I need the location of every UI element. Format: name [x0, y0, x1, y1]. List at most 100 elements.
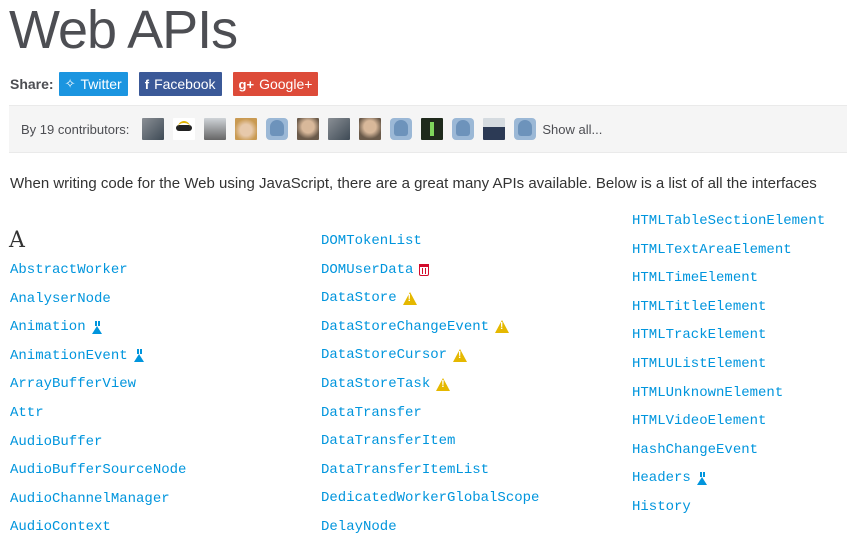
- contributor-avatar-dark-icon[interactable]: [421, 118, 444, 140]
- api-link-label: Animation: [10, 319, 86, 336]
- api-link-label: AnalyserNode: [10, 290, 111, 307]
- twitter-icon: ✧: [64, 76, 76, 91]
- api-link-label: DataStoreTask: [321, 376, 431, 392]
- api-link-label: DOMUserData: [321, 261, 414, 278]
- api-link-datatransfer[interactable]: DataTransfer: [321, 404, 422, 422]
- api-link-label: History: [632, 499, 691, 515]
- api-link-audiobuffersourcenode[interactable]: AudioBufferSourceNode: [10, 461, 186, 479]
- experimental-flask-icon: [91, 320, 103, 334]
- contributor-avatar-blonde-icon[interactable]: [235, 118, 258, 140]
- api-link-animation[interactable]: Animation: [10, 318, 103, 336]
- share-google-button[interactable]: g+ Google+: [232, 72, 319, 96]
- api-link-htmltextareaelement[interactable]: HTMLTextAreaElement: [632, 241, 792, 259]
- contributor-avatar-default-icon[interactable]: [514, 118, 537, 140]
- letter-heading-a: A: [9, 228, 25, 253]
- api-link-label: HTMLVideoElement: [632, 413, 767, 430]
- api-link-label: DOMTokenList: [321, 233, 422, 249]
- api-link-label: DataTransfer: [321, 404, 422, 421]
- api-link-label: AudioBuffer: [10, 433, 103, 450]
- api-link-arraybufferview[interactable]: ArrayBufferView: [10, 375, 136, 393]
- contributor-avatars: [133, 118, 537, 140]
- api-link-label: HTMLTableSectionElement: [632, 213, 826, 229]
- facebook-label: Facebook: [154, 76, 216, 92]
- api-link-label: HashChangeEvent: [632, 441, 759, 458]
- api-link-delaynode[interactable]: DelayNode: [321, 518, 397, 536]
- contributor-avatar-default-icon[interactable]: [452, 118, 475, 140]
- contributor-avatar-face-icon[interactable]: [359, 118, 382, 140]
- contributor-avatar-photo-icon[interactable]: [328, 118, 351, 140]
- warning-icon: [436, 377, 451, 391]
- api-link-audiocontext[interactable]: AudioContext: [10, 518, 111, 536]
- twitter-label: Twitter: [80, 76, 122, 92]
- api-link-datastore[interactable]: DataStore: [321, 289, 417, 307]
- api-link-label: DataTransferItem: [321, 433, 456, 450]
- api-link-htmltimeelement[interactable]: HTMLTimeElement: [632, 269, 758, 287]
- api-link-headers[interactable]: Headers: [632, 469, 708, 487]
- api-link-datastoretask[interactable]: DataStoreTask: [321, 375, 451, 393]
- experimental-flask-icon: [696, 471, 708, 485]
- api-link-label: AudioBufferSourceNode: [10, 462, 187, 479]
- share-row: Share: ✧ Twitter f Facebook g+ Google+: [10, 72, 329, 96]
- contributor-avatar-mono-icon[interactable]: [204, 118, 227, 140]
- contributor-avatar-default-icon[interactable]: [390, 118, 413, 140]
- share-facebook-button[interactable]: f Facebook: [138, 72, 222, 96]
- contributors-label: By 19 contributors:: [21, 121, 130, 137]
- api-link-label: AudioChannelManager: [10, 490, 170, 507]
- contributor-avatar-face-icon[interactable]: [297, 118, 320, 140]
- contributor-avatar-logo-icon[interactable]: [173, 118, 196, 140]
- contributors-bar: By 19 contributors: Show all...: [9, 105, 847, 153]
- api-link-datastorecursor[interactable]: DataStoreCursor: [321, 346, 468, 364]
- share-label: Share:: [10, 76, 54, 92]
- api-link-label: Headers: [632, 470, 691, 487]
- api-link-domtokenlist[interactable]: DOMTokenList: [321, 232, 422, 250]
- api-link-datastorechangeevent[interactable]: DataStoreChangeEvent: [321, 318, 510, 336]
- google-label: Google+: [259, 76, 313, 92]
- api-link-htmltrackelement[interactable]: HTMLTrackElement: [632, 326, 766, 344]
- warning-icon: [495, 320, 510, 334]
- api-link-label: HTMLTimeElement: [632, 270, 759, 287]
- api-link-audiochannelmanager[interactable]: AudioChannelManager: [10, 490, 170, 508]
- contributor-avatar-suit-icon[interactable]: [483, 118, 506, 140]
- api-link-label: AudioContext: [10, 519, 111, 536]
- api-link-label: DataStoreChangeEvent: [321, 318, 490, 335]
- api-link-label: HTMLUnknownElement: [632, 384, 784, 401]
- api-link-htmlvideoelement[interactable]: HTMLVideoElement: [632, 412, 766, 430]
- api-link-history[interactable]: History: [632, 498, 691, 516]
- api-link-label: HTMLTextAreaElement: [632, 241, 792, 258]
- experimental-flask-icon: [133, 349, 145, 363]
- share-twitter-button[interactable]: ✧ Twitter: [58, 72, 128, 96]
- contributor-avatar-photo-icon[interactable]: [142, 118, 165, 140]
- api-link-hashchangeevent[interactable]: HashChangeEvent: [632, 441, 758, 459]
- api-link-label: HTMLUListElement: [632, 356, 767, 372]
- api-link-analysernode[interactable]: AnalyserNode: [10, 290, 111, 308]
- api-link-htmltitleelement[interactable]: HTMLTitleElement: [632, 298, 766, 316]
- api-link-label: HTMLTitleElement: [632, 298, 767, 315]
- api-link-htmlunknownelement[interactable]: HTMLUnknownElement: [632, 384, 783, 402]
- api-link-label: HTMLTrackElement: [632, 327, 767, 344]
- api-link-label: Attr: [10, 405, 44, 421]
- api-link-label: DelayNode: [321, 519, 397, 535]
- api-link-label: DataStore: [321, 290, 397, 307]
- api-link-abstractworker[interactable]: AbstractWorker: [10, 261, 128, 279]
- api-link-dedicatedworkerglobalscope[interactable]: DedicatedWorkerGlobalScope: [321, 489, 539, 507]
- api-link-label: DataTransferItemList: [321, 461, 490, 478]
- page-title: Web APIs: [9, 0, 238, 60]
- google-plus-icon: g+: [238, 76, 255, 92]
- api-link-domuserdata[interactable]: DOMUserData: [321, 261, 430, 279]
- api-link-label: AnimationEvent: [10, 347, 128, 364]
- api-link-animationevent[interactable]: AnimationEvent: [10, 347, 145, 365]
- show-all-contributors-link[interactable]: Show all...: [542, 122, 602, 137]
- facebook-icon: f: [144, 76, 150, 92]
- api-link-htmltablesectionelement[interactable]: HTMLTableSectionElement: [632, 212, 825, 230]
- api-link-label: ArrayBufferView: [10, 376, 137, 393]
- api-link-label: AbstractWorker: [10, 262, 128, 278]
- api-link-htmlulistelement[interactable]: HTMLUListElement: [632, 355, 766, 373]
- api-link-attr[interactable]: Attr: [10, 404, 44, 422]
- api-link-datatransferitemlist[interactable]: DataTransferItemList: [321, 461, 489, 479]
- api-link-datatransferitem[interactable]: DataTransferItem: [321, 432, 455, 450]
- contributor-avatar-default-icon[interactable]: [266, 118, 289, 140]
- api-link-label: DedicatedWorkerGlobalScope: [321, 490, 540, 507]
- deprecated-trash-icon: [419, 263, 430, 276]
- api-link-label: DataStoreCursor: [321, 347, 448, 364]
- api-link-audiobuffer[interactable]: AudioBuffer: [10, 433, 102, 451]
